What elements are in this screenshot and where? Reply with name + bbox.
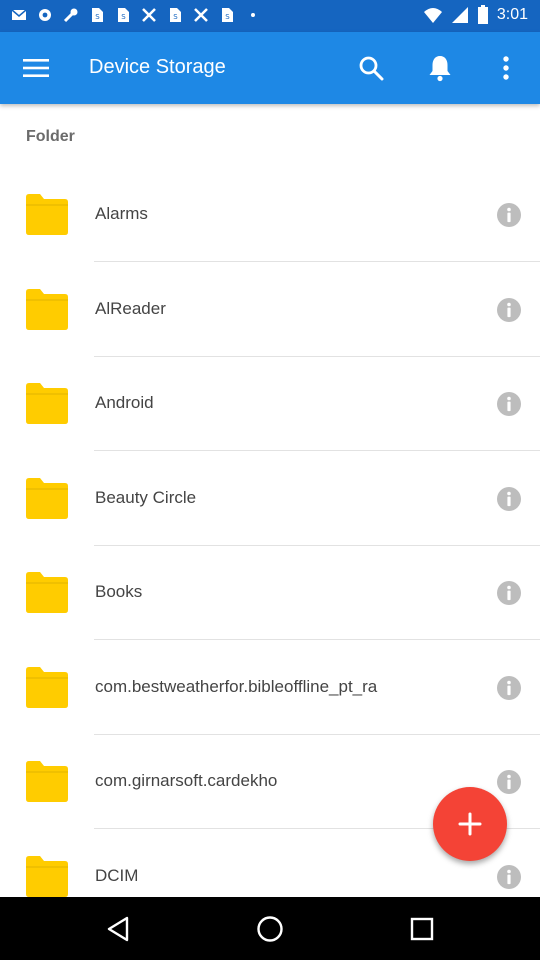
folder-row[interactable]: com.bestweatherfor.bibleoffline_pt_ra (0, 640, 540, 735)
folder-name: Beauty Circle (95, 487, 197, 507)
add-fab-button[interactable] (433, 787, 507, 861)
notifications-button[interactable] (422, 50, 458, 86)
folder-name: Books (95, 582, 143, 601)
info-icon[interactable] (497, 486, 521, 511)
search-button[interactable] (353, 50, 389, 86)
folder-row[interactable]: AlReader (0, 262, 540, 357)
tools-icon (142, 8, 156, 22)
search-icon (359, 56, 384, 81)
folder-row[interactable]: Alarms (0, 167, 540, 262)
notification-bell-icon (429, 56, 451, 82)
svg-text:S: S (225, 13, 230, 21)
dot-icon (251, 13, 255, 17)
folder-icon (26, 288, 68, 330)
folder-name: com.bestweatherfor.bibleoffline_pt_ra (95, 676, 378, 696)
folder-icon (26, 666, 68, 708)
info-icon[interactable] (497, 581, 521, 605)
info-icon[interactable] (497, 675, 521, 700)
svg-text:S: S (121, 13, 126, 21)
wifi-icon (423, 8, 442, 23)
status-time: 3:01 (496, 6, 528, 23)
info-icon[interactable] (497, 297, 521, 322)
sim-icon: S (170, 8, 181, 22)
folder-name: DCIM (95, 865, 139, 885)
folder-name: com.girnarsoft.cardekho (95, 771, 278, 790)
status-notification-icons: S S S S (10, 6, 262, 24)
folder-list: Folder Alarms AlReader Android Beauty Circl… (0, 104, 540, 897)
folder-row[interactable]: Android (0, 356, 540, 451)
page-title: Device Storage (89, 56, 226, 78)
wrench-icon (63, 8, 78, 23)
app-bar: Device Storage (0, 32, 540, 104)
plus-icon (458, 812, 482, 836)
back-triangle-icon (107, 916, 129, 942)
recents-square-icon (410, 917, 434, 941)
hamburger-menu-icon (23, 59, 49, 77)
status-bar: S S S S 3:01 (0, 0, 540, 32)
signal-icon (451, 7, 468, 23)
folder-row[interactable]: Books (0, 545, 540, 640)
folder-icon (26, 572, 68, 613)
svg-text:S: S (173, 13, 178, 21)
info-icon[interactable] (497, 770, 521, 794)
sim-icon: S (118, 8, 129, 22)
folder-row[interactable]: Beauty Circle (0, 451, 540, 546)
back-button[interactable] (102, 913, 134, 945)
svg-text:S: S (95, 13, 100, 21)
menu-button[interactable] (18, 50, 54, 86)
status-system-area: 3:01 (423, 5, 528, 25)
folder-name: Android (95, 393, 154, 412)
folder-icon (26, 383, 68, 424)
folder-icon (26, 194, 68, 235)
tools-icon (194, 8, 208, 22)
home-button[interactable] (254, 913, 286, 945)
settings-icon (39, 9, 51, 21)
sim-icon: S (92, 8, 103, 22)
more-vert-icon (503, 56, 509, 80)
folder-icon (26, 761, 68, 802)
mail-icon (11, 9, 27, 20)
sim-icon: S (222, 8, 233, 22)
info-icon[interactable] (497, 392, 521, 416)
folder-name: Alarms (95, 204, 148, 223)
navigation-bar (0, 897, 540, 960)
home-circle-icon (257, 916, 283, 942)
info-icon[interactable] (497, 203, 521, 227)
folder-icon (26, 855, 68, 897)
battery-icon (477, 5, 488, 24)
section-label: Folder (26, 128, 75, 145)
more-options-button[interactable] (488, 50, 524, 86)
folder-icon (26, 477, 68, 519)
info-icon[interactable] (497, 864, 521, 889)
folder-name: AlReader (95, 298, 166, 318)
recents-button[interactable] (406, 913, 438, 945)
